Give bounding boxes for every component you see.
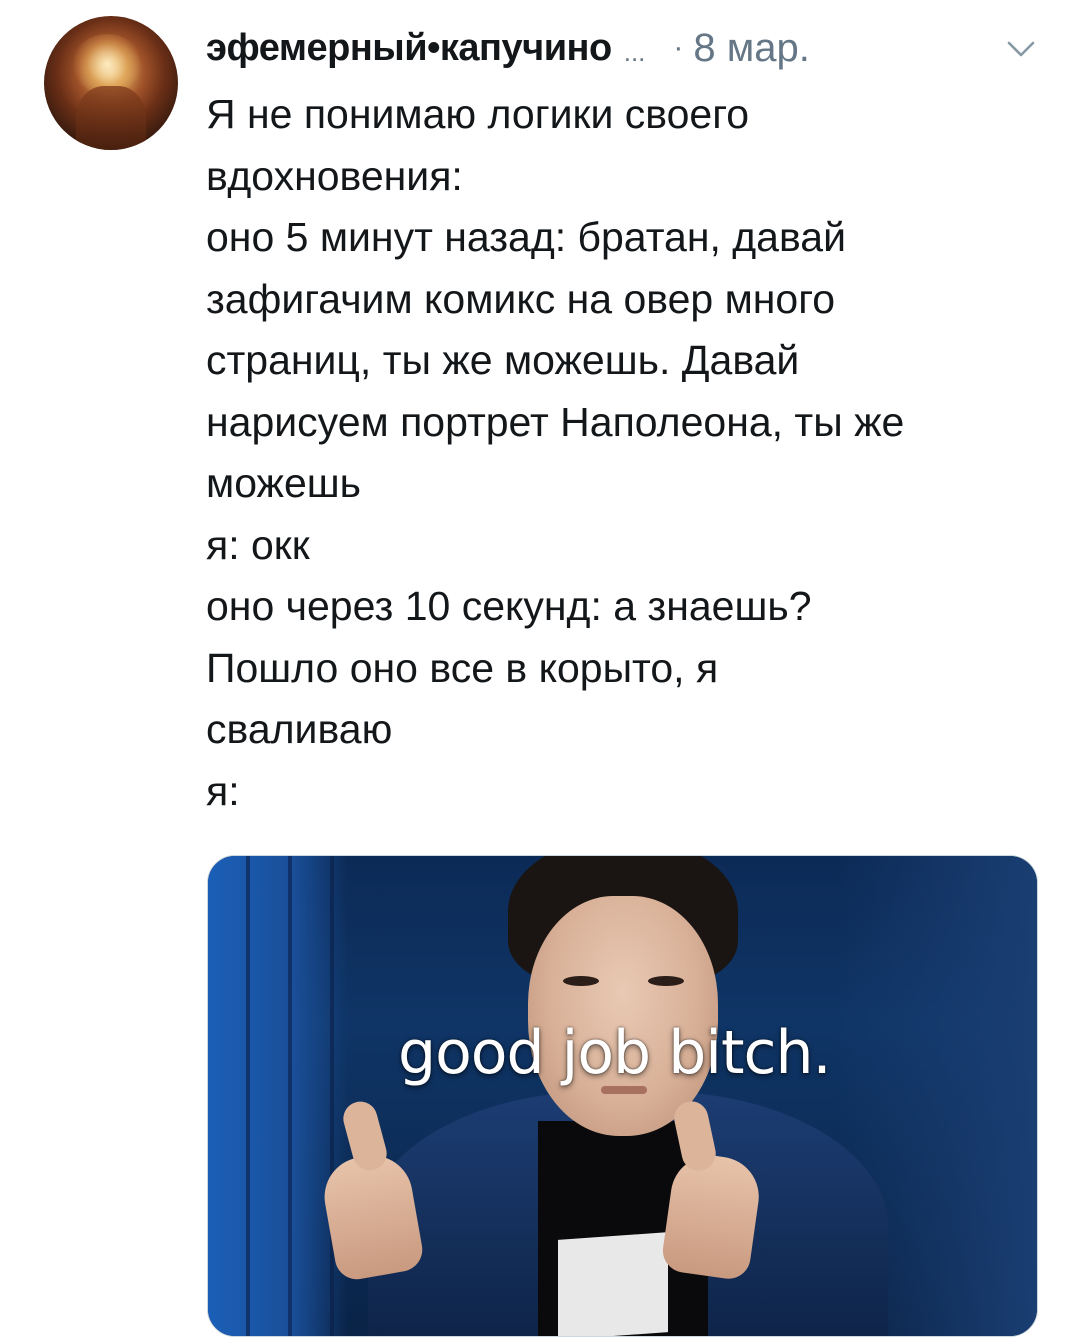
tweet-date[interactable]: 8 мар. — [693, 26, 809, 71]
meme-caption: good job bitch. — [398, 1018, 832, 1088]
author-name[interactable]: эфемерный•капучино — [206, 27, 612, 70]
person-eye — [563, 976, 599, 986]
tweet-text-line: вдохновения: — [206, 152, 463, 199]
tweet-header: эфемерный•капучино ... · 8 мар. — [206, 20, 1046, 76]
tweet-text-line: зафигачим комикс на овер много — [206, 275, 836, 322]
avatar[interactable] — [44, 16, 178, 150]
avatar-glow — [72, 34, 142, 94]
tweet[interactable]: эфемерный•капучино ... · 8 мар. Я не пон… — [0, 0, 1080, 1337]
name-overflow: ... — [623, 36, 646, 67]
tweet-text-line: нарисуем портрет Наполеона, ты же — [206, 398, 905, 445]
tweet-text-line: я: окк — [206, 521, 310, 568]
tweet-text: Я не понимаю логики своего вдохновения: … — [206, 84, 1046, 822]
person-eye — [648, 976, 684, 986]
tweet-text-line: Я не понимаю логики своего — [206, 91, 750, 137]
stage-lights — [208, 856, 348, 1336]
person-face — [528, 896, 718, 1136]
tweet-media-image[interactable]: good job bitch. — [207, 855, 1038, 1337]
tweet-text-line: страниц, ты же можешь. Давай — [206, 337, 800, 383]
shirt-print — [558, 1232, 668, 1336]
tweet-text-line: оно 5 минут назад: братан, давай — [206, 214, 847, 260]
tweet-text-line: можешь — [206, 460, 362, 506]
avatar-figure — [76, 86, 146, 150]
tweet-text-line: Пошло оно все в корыто, я — [206, 644, 719, 691]
tweet-text-line: сваливаю — [206, 706, 393, 752]
chevron-down-icon[interactable] — [1003, 32, 1039, 68]
dot-separator: · — [673, 31, 684, 64]
tweet-text-line: я: — [206, 767, 240, 814]
tweet-text-line: оно через 10 секунд: а знаешь? — [206, 583, 812, 629]
